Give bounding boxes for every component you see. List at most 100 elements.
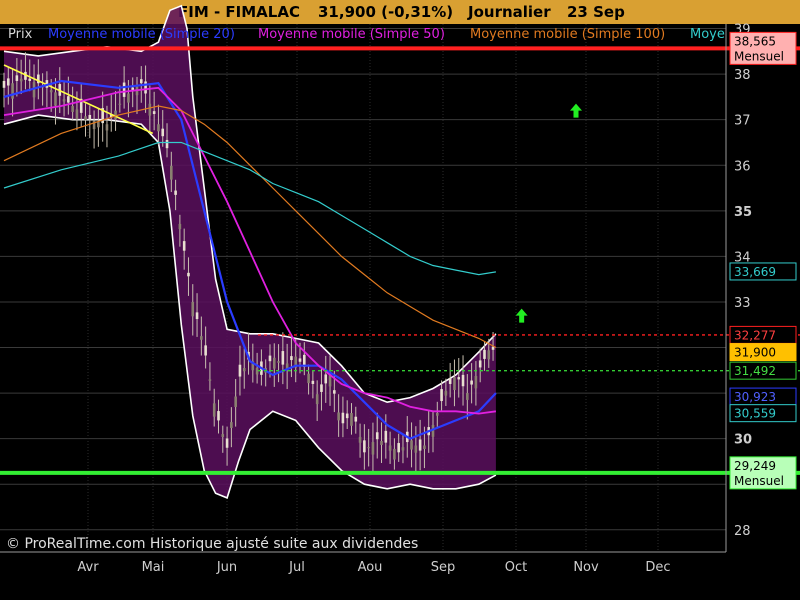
candle-body — [418, 439, 422, 451]
series-line-3 — [3, 105, 497, 349]
value-tag-1-value: 33,669 — [734, 265, 776, 279]
candle-body — [311, 380, 315, 384]
candle-body — [15, 75, 19, 81]
value-tag-3-value: 30,923 — [734, 390, 776, 404]
level-tag-2-value: 29,249 — [734, 459, 776, 473]
candle-body — [298, 358, 302, 362]
legend-item-1: Prix — [8, 27, 33, 42]
candle-body — [212, 403, 216, 417]
candle-body — [97, 121, 100, 128]
candle-body — [448, 378, 452, 384]
candle-body — [478, 360, 482, 368]
level-tag-4-value: 31,492 — [734, 364, 776, 378]
candle-body — [195, 312, 199, 320]
candle-body — [354, 416, 358, 422]
candle-body — [28, 78, 32, 81]
candle-body — [62, 99, 66, 102]
candle-body — [290, 356, 293, 361]
legend-item-2: Moyenne mobile (Simple 20) — [48, 27, 235, 42]
candle-body — [127, 93, 130, 103]
x-tick-label: Oct — [505, 560, 527, 575]
candle-body — [272, 357, 276, 369]
candle-body — [230, 422, 233, 428]
candle-body — [122, 82, 126, 97]
candle-body — [152, 111, 156, 114]
y-tick-label: 35 — [734, 205, 752, 220]
candle-body — [401, 447, 405, 451]
x-tick-label: Aou — [358, 560, 383, 575]
candle-body — [444, 390, 448, 396]
x-tick-label: Jun — [216, 560, 237, 575]
y-tick-label: 30 — [734, 433, 752, 448]
candle-body — [49, 90, 53, 93]
candle-body — [11, 83, 14, 99]
candle-body — [487, 350, 491, 360]
candle-body — [187, 272, 190, 277]
legend: Prix Moyenne mobile (Simple 20) Moyenne mo… — [8, 27, 725, 42]
candle-body — [375, 432, 379, 440]
buy-signal-arrow-icon — [515, 308, 528, 323]
candle-body — [371, 442, 375, 455]
level-tag-2-period: Mensuel — [734, 474, 784, 488]
copyright-note: © ProRealTime.com Historique ajusté suit… — [6, 536, 418, 552]
candle-body — [144, 81, 147, 94]
candle-body — [165, 139, 169, 149]
price-chart[interactable]: 393837363534333231302928AvrMaiJunJulAouS… — [0, 0, 800, 600]
candle-body — [363, 440, 366, 453]
candle-body — [2, 80, 6, 88]
buy-signal-arrow-icon — [570, 103, 582, 118]
candle-body — [307, 373, 310, 384]
candle-body — [19, 78, 23, 82]
series-line-4 — [3, 141, 496, 276]
candle-body — [410, 440, 413, 450]
value-tag-4-value: 30,559 — [734, 407, 776, 421]
candle-body — [234, 396, 237, 408]
candle-body — [217, 411, 220, 421]
candle-body — [423, 445, 426, 449]
x-tick-label: Sep — [431, 560, 456, 575]
candle-body — [200, 336, 203, 340]
candle-body — [238, 364, 242, 377]
y-tick-label: 28 — [734, 524, 751, 539]
candle-body — [380, 440, 383, 445]
candle-body — [174, 190, 177, 195]
candle-body — [384, 430, 388, 443]
value-tag-2-value: 31,900 — [734, 346, 776, 360]
candle-body — [315, 394, 319, 405]
candle-body — [6, 78, 10, 86]
y-tick-label: 38 — [734, 68, 751, 83]
candle-body — [75, 109, 79, 120]
candle-body — [337, 412, 340, 421]
y-tick-label: 33 — [734, 296, 751, 311]
candle-body — [483, 349, 486, 359]
candle-body — [388, 445, 392, 451]
candle-body — [139, 79, 143, 84]
candle-body — [161, 128, 165, 137]
candle-body — [84, 116, 87, 121]
x-tick-label: Mai — [142, 560, 165, 575]
candle-body — [440, 389, 443, 402]
y-tick-label: 37 — [734, 114, 751, 129]
candle-body — [457, 377, 461, 380]
candle-body — [324, 374, 328, 384]
candle-body — [105, 124, 109, 131]
candle-body — [320, 384, 323, 392]
candle-body — [242, 368, 246, 372]
candle-body — [414, 445, 418, 453]
candle-body — [148, 103, 152, 116]
candle-body — [367, 447, 370, 449]
candle-body — [350, 413, 353, 426]
y-tick-label: 36 — [734, 159, 751, 174]
candle-body — [435, 413, 439, 416]
candle-body — [182, 241, 186, 251]
candle-body — [170, 165, 173, 180]
candle-body — [474, 375, 478, 389]
candle-body — [397, 443, 400, 453]
candle-body — [345, 413, 349, 419]
x-tick-label: Dec — [645, 560, 670, 575]
candle-body — [157, 124, 160, 132]
candle-body — [277, 361, 280, 363]
level-tag-1-period: Mensuel — [734, 49, 784, 63]
candle-body — [88, 114, 92, 120]
candle-body — [268, 355, 272, 362]
